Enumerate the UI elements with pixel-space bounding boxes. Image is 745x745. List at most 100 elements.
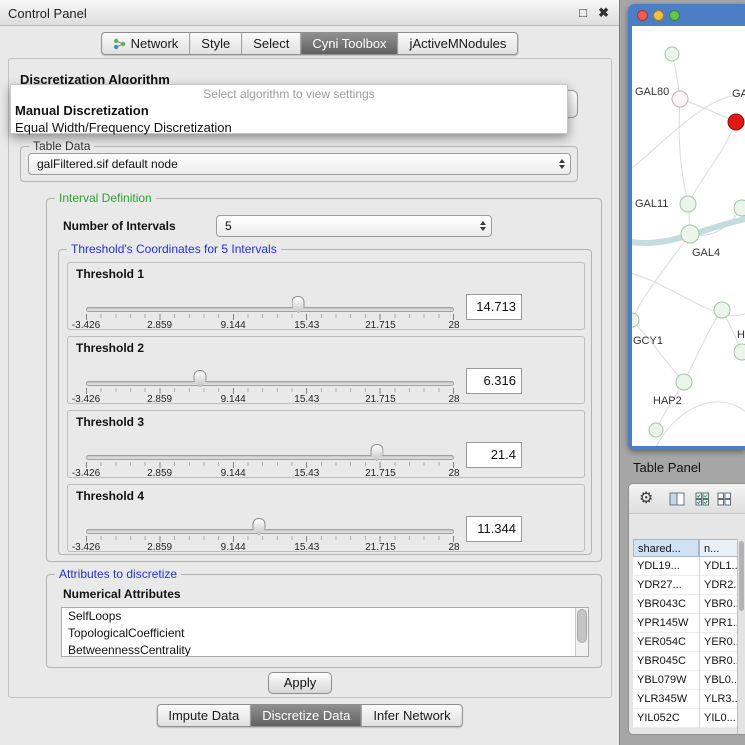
list-item[interactable]: SelfLoops — [62, 608, 588, 625]
cell-shared-name[interactable]: YBL079W — [633, 671, 699, 690]
network-node[interactable] — [632, 313, 639, 327]
scale-label: 2.859 — [147, 320, 172, 331]
show-columns-icon[interactable] — [669, 492, 685, 506]
select-all-checkboxes-icon[interactable] — [695, 492, 710, 506]
close-traffic-light-icon[interactable] — [637, 10, 648, 21]
list-item[interactable]: BetweennessCentrality — [62, 642, 588, 657]
network-node-hap2[interactable] — [676, 374, 692, 390]
node-label-hap2[interactable]: HAP2 — [653, 395, 682, 407]
node-label-gal80[interactable]: GAL80 — [635, 86, 669, 98]
cell-name[interactable]: YIL0... — [699, 709, 738, 728]
network-node-gal4[interactable] — [681, 225, 699, 243]
scale-label: 15.43 — [294, 468, 319, 479]
cell-name[interactable]: YLR3... — [699, 690, 738, 709]
node-label-cut[interactable]: GA — [732, 88, 745, 100]
cell-name[interactable]: YPR1... — [699, 614, 738, 633]
cell-shared-name[interactable]: YLR345W — [633, 690, 699, 709]
network-node[interactable] — [734, 200, 745, 216]
clear-checkboxes-icon[interactable] — [717, 492, 732, 506]
threshold-1-value-field[interactable]: 14.713 — [466, 294, 522, 320]
network-node[interactable] — [649, 423, 663, 437]
tab-select[interactable]: Select — [241, 33, 300, 54]
threshold-3-slider[interactable]: -3.426 2.859 9.144 15.43 21.715 28 — [86, 411, 454, 479]
slider-track[interactable] — [86, 455, 454, 460]
threshold-4-value-field[interactable]: 11.344 — [466, 516, 522, 542]
table-scrollbar[interactable] — [737, 539, 745, 734]
thresholds-group-title: Threshold's Coordinates for 5 Intervals — [67, 242, 281, 256]
network-node-selected[interactable] — [728, 114, 744, 130]
zoom-traffic-light-icon[interactable] — [669, 10, 680, 21]
threshold-1-slider[interactable]: -3.426 2.859 9.144 15.43 21.715 28 — [86, 263, 454, 331]
cell-shared-name[interactable]: YDL19... — [633, 557, 699, 576]
network-canvas[interactable]: GAL80 GA GAL11 GAL4 GCY1 H HAP2 — [632, 26, 745, 446]
tab-style[interactable]: Style — [189, 33, 241, 54]
table-row[interactable]: YBR045CYBR0... — [633, 652, 738, 671]
threshold-2-value-field[interactable]: 6.316 — [466, 368, 522, 394]
list-item[interactable]: TopologicalCoefficient — [62, 625, 588, 642]
gear-icon[interactable]: ⚙ — [639, 488, 653, 508]
scrollbar-thumb[interactable] — [739, 541, 744, 611]
table-row[interactable]: YLR345WYLR3... — [633, 690, 738, 709]
scale-label: 28 — [448, 468, 459, 479]
table-row[interactable]: YER054CYER0... — [633, 633, 738, 652]
node-label-cut[interactable]: H — [737, 329, 745, 341]
network-node-gal11[interactable] — [680, 196, 696, 212]
threshold-2-slider[interactable]: -3.426 2.859 9.144 15.43 21.715 28 — [86, 337, 454, 405]
minimize-traffic-light-icon[interactable] — [653, 10, 664, 21]
column-header-name[interactable]: n... — [699, 539, 738, 557]
tab-label: Network — [131, 36, 179, 51]
cell-shared-name[interactable]: YDR27... — [633, 576, 699, 595]
node-label-gal11[interactable]: GAL11 — [635, 198, 668, 210]
apply-button[interactable]: Apply — [268, 672, 332, 694]
cell-shared-name[interactable]: YIL052C — [633, 709, 699, 728]
cell-name[interactable]: YBR0... — [699, 652, 738, 671]
network-node-gal80[interactable] — [672, 91, 688, 107]
tab-cyni-toolbox[interactable]: Cyni Toolbox — [300, 33, 397, 54]
node-label-gal4[interactable]: GAL4 — [692, 247, 720, 259]
slider-track[interactable] — [86, 307, 454, 312]
slider-ticks — [86, 536, 454, 542]
cell-name[interactable]: YBR0... — [699, 595, 738, 614]
threshold-3-value-field[interactable]: 21.4 — [466, 442, 522, 468]
table-row[interactable]: YPR145WYPR1... — [633, 614, 738, 633]
tab-label: Discretize Data — [262, 708, 350, 723]
close-window-icon[interactable]: ✖ — [598, 5, 609, 21]
tab-impute-data[interactable]: Impute Data — [157, 705, 250, 726]
table-row[interactable]: YBR043CYBR0... — [633, 595, 738, 614]
interval-definition-group: Interval Definition Number of Intervals … — [46, 198, 602, 562]
table-row[interactable]: YIL052CYIL0... — [633, 709, 738, 728]
cell-name[interactable]: YDL1... — [699, 557, 738, 576]
cell-name[interactable]: YER0... — [699, 633, 738, 652]
slider-track[interactable] — [86, 529, 454, 534]
network-node[interactable] — [734, 344, 745, 360]
tab-infer-network[interactable]: Infer Network — [361, 705, 461, 726]
list-scrollbar[interactable] — [575, 608, 588, 656]
scrollbar-thumb[interactable] — [577, 609, 587, 643]
slider-track[interactable] — [86, 381, 454, 386]
table-row[interactable]: YDR27...YDR2... — [633, 576, 738, 595]
scale-label: 2.859 — [147, 394, 172, 405]
tab-discretize-data[interactable]: Discretize Data — [250, 705, 361, 726]
cell-shared-name[interactable]: YBR045C — [633, 652, 699, 671]
cell-shared-name[interactable]: YER054C — [633, 633, 699, 652]
number-of-intervals-select[interactable]: 5 — [216, 215, 492, 237]
dropdown-option-manual-discretization[interactable]: Manual Discretization — [11, 102, 567, 119]
threshold-1-panel: Threshold 1 -3.426 2.859 9.144 15.43 21.… — [67, 262, 585, 330]
threshold-4-slider[interactable]: -3.426 2.859 9.144 15.43 21.715 28 — [86, 485, 454, 553]
network-node[interactable] — [714, 302, 730, 318]
table-row[interactable]: YDL19...YDL1... — [633, 557, 738, 576]
cell-shared-name[interactable]: YPR145W — [633, 614, 699, 633]
dropdown-option-equal-width[interactable]: Equal Width/Frequency Discretization — [11, 119, 567, 136]
tab-network[interactable]: Network — [102, 33, 190, 54]
cell-name[interactable]: YBL0... — [699, 671, 738, 690]
float-window-icon[interactable]: □ — [579, 5, 587, 20]
network-node[interactable] — [665, 47, 679, 61]
combo-arrows-icon — [475, 221, 491, 231]
cell-name[interactable]: YDR2... — [699, 576, 738, 595]
cell-shared-name[interactable]: YBR043C — [633, 595, 699, 614]
tab-jactivemnodules[interactable]: jActiveMNodules — [398, 33, 518, 54]
node-label-gcy1[interactable]: GCY1 — [633, 335, 663, 347]
column-header-shared-name[interactable]: shared... — [633, 539, 699, 557]
table-data-select[interactable]: galFiltered.sif default node — [28, 153, 571, 175]
table-row[interactable]: YBL079WYBL0... — [633, 671, 738, 690]
